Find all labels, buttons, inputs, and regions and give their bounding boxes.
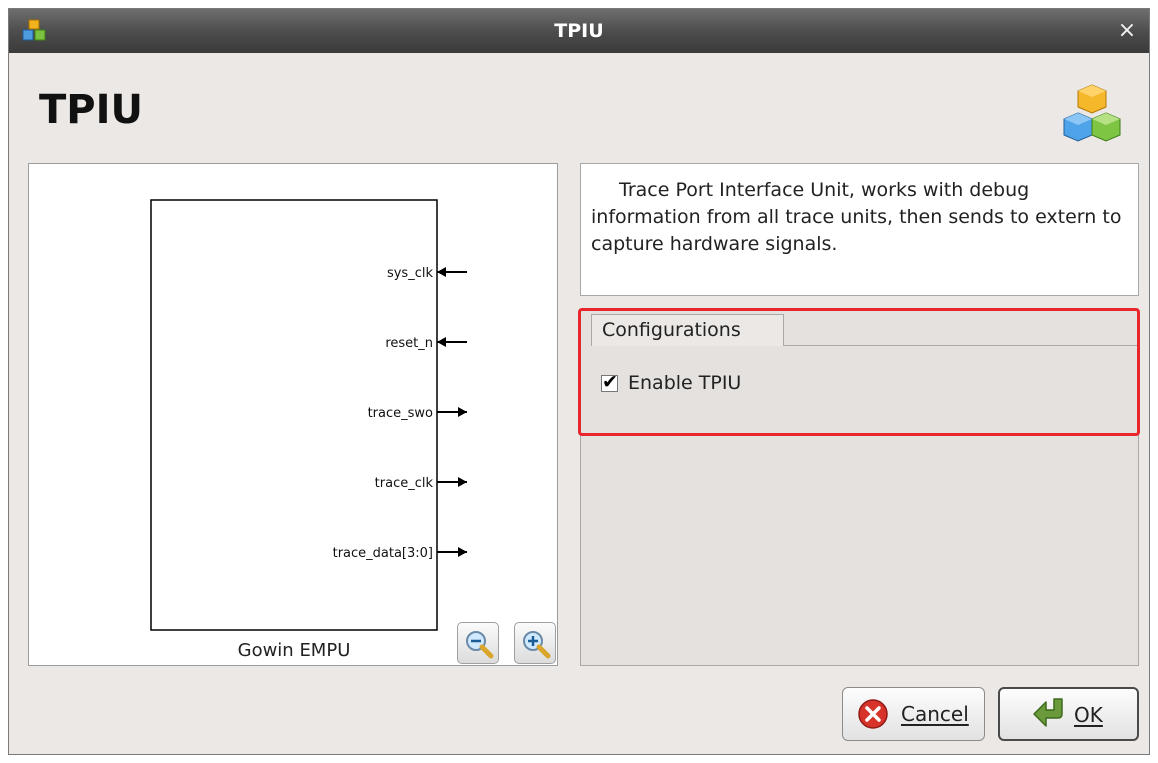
ip-cubes-icon xyxy=(1063,84,1121,142)
block-diagram-panel: sys_clk reset_n trace_swo trace_clk trace_da… xyxy=(28,163,558,666)
input-arrow-icon xyxy=(437,337,446,347)
port-label: sys_clk xyxy=(387,266,433,281)
page-title: TPIU xyxy=(39,87,143,133)
ok-label: OK xyxy=(1074,703,1103,727)
zoom-out-button[interactable] xyxy=(457,622,499,664)
tpiu-dialog: TPIU × TPIU sys_clk reset_n trace_swotrace… xyxy=(8,8,1150,755)
port-label: trace_swo xyxy=(368,406,433,421)
ok-button[interactable]: OK xyxy=(998,687,1139,741)
description-text: Trace Port Interface Unit, works with de… xyxy=(580,163,1139,296)
port-trace-data-3-0: trace_data[3:0] xyxy=(333,546,467,561)
title-bar[interactable]: TPIU × xyxy=(9,9,1149,53)
block-diagram: sys_clk reset_n trace_swo trace_clk trace_da… xyxy=(150,199,467,631)
close-button[interactable]: × xyxy=(1113,17,1141,45)
block-label: Gowin EMPU xyxy=(237,640,351,661)
input-arrow-icon xyxy=(437,267,446,277)
zoom-in-icon xyxy=(523,631,551,659)
output-arrow-icon xyxy=(458,477,467,487)
output-arrow-icon xyxy=(458,547,467,557)
output-arrow-icon xyxy=(458,407,467,417)
port-trace-clk: trace_clk xyxy=(375,476,467,491)
port-label: trace_clk xyxy=(375,476,434,491)
port-label: trace_data[3:0] xyxy=(333,546,433,561)
highlight-annotation xyxy=(578,308,1140,436)
window-title: TPIU xyxy=(554,20,604,42)
zoom-in-button[interactable] xyxy=(514,622,556,664)
cancel-label: Cancel xyxy=(901,702,969,726)
port-sys-clk: sys_clk xyxy=(387,266,467,281)
cancel-icon xyxy=(858,699,888,729)
ok-arrow-icon xyxy=(1033,698,1063,727)
cancel-button[interactable]: Cancel xyxy=(842,687,985,741)
port-trace-swo: trace_swo xyxy=(368,406,467,421)
port-reset-n: reset_n xyxy=(385,336,467,351)
port-label: reset_n xyxy=(385,336,433,351)
zoom-out-icon xyxy=(466,631,494,659)
